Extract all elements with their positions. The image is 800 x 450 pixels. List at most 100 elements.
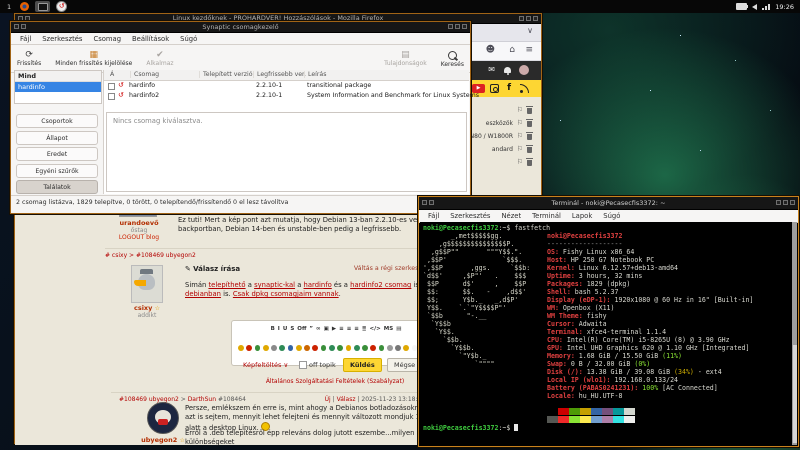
smiley-icon[interactable]	[312, 345, 319, 351]
rss-icon[interactable]	[520, 84, 529, 93]
smiley-icon[interactable]	[328, 345, 335, 351]
format-button-”[interactable]: ”	[309, 326, 313, 332]
sidebar-button-3[interactable]: Eredet	[16, 147, 98, 161]
refresh-button[interactable]: ⟳ Frissítés	[17, 50, 41, 67]
instagram-icon[interactable]	[490, 84, 499, 93]
new-link[interactable]: Új	[325, 396, 331, 403]
format-button-s[interactable]: S	[290, 326, 294, 332]
post-link[interactable]: telepíthető	[208, 281, 245, 289]
trash-icon[interactable]	[526, 106, 533, 114]
package-table-header[interactable]: Á Csomag Telepített verzió Legfrissebb v…	[104, 70, 469, 81]
format-button-off[interactable]: Off	[297, 326, 306, 332]
sidebar-button-5[interactable]: Találatok	[16, 180, 98, 194]
tab-overflow-icon[interactable]: ∨	[527, 26, 533, 35]
post-link[interactable]: hardinfo	[304, 281, 332, 289]
close-button[interactable]	[462, 24, 467, 29]
menu-item-súgó[interactable]: Súgó	[175, 34, 202, 44]
firefox-launcher-icon[interactable]	[20, 2, 30, 11]
smiley-icon[interactable]	[362, 345, 368, 351]
column-header[interactable]: Legfrissebb ver.	[253, 71, 306, 78]
clock[interactable]: 19:26	[775, 3, 794, 11]
trash-icon[interactable]	[526, 119, 533, 127]
search-results-list[interactable]: Mind hardinfo	[14, 70, 102, 104]
minimize-button[interactable]	[776, 200, 781, 205]
post-link[interactable]: synaptic-kal	[254, 281, 295, 289]
smiley-icon[interactable]	[320, 345, 327, 351]
window-icon[interactable]	[14, 24, 19, 29]
mark-all-upgrades-button[interactable]: ▦ Minden frissítés kijelölése	[55, 50, 132, 67]
flag-icon[interactable]: ⚐	[517, 158, 523, 166]
trash-icon[interactable]	[526, 158, 533, 166]
package-checkbox[interactable]	[108, 93, 115, 100]
window-shade-button[interactable]	[429, 200, 434, 205]
flag-icon[interactable]: ⚐	[517, 119, 523, 127]
cancel-button[interactable]: Mégse	[387, 358, 423, 372]
column-header[interactable]: Telepített verzió	[199, 71, 253, 78]
smiley-icon[interactable]	[262, 345, 269, 351]
synaptic-titlebar[interactable]: Synaptic csomagkezelő	[11, 22, 470, 33]
maximize-button[interactable]	[455, 24, 460, 29]
smiley-icon[interactable]	[378, 345, 385, 351]
workspace-indicator[interactable]: 1	[4, 3, 14, 11]
properties-button[interactable]: ▤ Tulajdonságok	[384, 50, 427, 67]
volume-icon[interactable]	[752, 3, 758, 10]
smiley-icon[interactable]	[411, 345, 418, 351]
format-button-≣[interactable]: ≣	[362, 326, 367, 332]
column-header[interactable]: Csomag	[130, 71, 159, 78]
username-link[interactable]: ubyegon2	[141, 436, 177, 444]
list-item-selected[interactable]: hardinfo	[15, 82, 101, 92]
terminal-titlebar[interactable]: Terminál - noki@Pecasecfis3372: ~	[419, 197, 798, 210]
username-link[interactable]: DarthSun	[188, 396, 216, 403]
terminal-screen[interactable]: noki@Pecasecfis3372:~$ fastfetch _,met$$…	[420, 222, 792, 445]
smiley-icon[interactable]	[345, 345, 352, 351]
smiley-icon[interactable]	[295, 345, 302, 351]
image-upload-link[interactable]: Képfeltöltés ∨	[243, 361, 288, 369]
window-shade-button[interactable]	[21, 24, 26, 29]
smiley-icon[interactable]	[353, 345, 360, 351]
format-button-i[interactable]: I	[278, 326, 280, 332]
avatar[interactable]	[131, 265, 163, 303]
bell-icon[interactable]	[504, 67, 511, 75]
sidebar-button-1[interactable]: Csoportok	[16, 114, 98, 128]
window-icon[interactable]	[422, 200, 427, 205]
table-row[interactable]: ↺ hardinfo2 2.2.10-1 System Information and…	[104, 91, 479, 101]
menu-icon[interactable]: ≡	[525, 45, 533, 55]
flag-icon[interactable]: ⚐	[517, 132, 523, 140]
menu-item-lapok[interactable]: Lapok	[567, 211, 597, 221]
scrollbar-thumb[interactable]	[792, 344, 797, 443]
search-button[interactable]: Keresés	[441, 50, 464, 68]
terminal-scrollbar[interactable]	[792, 222, 797, 445]
home-icon[interactable]: ⌂	[509, 45, 515, 55]
sidebar-button-4[interactable]: Egyéni szűrők	[16, 163, 98, 178]
reply-link[interactable]: Válasz	[337, 396, 356, 403]
terminal-task-button[interactable]	[35, 1, 51, 12]
format-button-▤[interactable]: ▤	[396, 326, 401, 332]
smiley-icon[interactable]	[287, 345, 294, 351]
smiley-icon[interactable]	[386, 345, 393, 351]
smiley-icon[interactable]	[279, 345, 286, 351]
menu-item-fájl[interactable]: Fájl	[15, 34, 36, 44]
synaptic-task-icon[interactable]: ↺	[56, 1, 68, 12]
menu-item-súgó[interactable]: Súgó	[598, 211, 625, 221]
menu-item-nézet[interactable]: Nézet	[496, 211, 526, 221]
format-button-u[interactable]: U	[283, 326, 287, 332]
smiley-icon[interactable]	[238, 345, 244, 351]
apply-button[interactable]: ✔ Alkalmaz	[146, 50, 173, 67]
minimize-button[interactable]	[519, 16, 524, 21]
format-button-≡[interactable]: ≡	[354, 326, 359, 332]
flag-icon[interactable]: ⚐	[517, 145, 523, 153]
format-button-≡[interactable]: ≡	[339, 326, 344, 332]
smiley-icon[interactable]	[403, 345, 410, 351]
smiley-icon[interactable]	[254, 345, 261, 351]
minimize-button[interactable]	[448, 24, 453, 29]
smiley-icon[interactable]	[395, 345, 401, 351]
maximize-button[interactable]	[526, 16, 531, 21]
menu-item-szerkesztés[interactable]: Szerkesztés	[445, 211, 495, 221]
format-button-≡[interactable]: ≡	[347, 326, 352, 332]
smiley-icon[interactable]	[304, 345, 310, 351]
menu-item-terminál[interactable]: Terminál	[527, 211, 566, 221]
account-icon[interactable]: ☻	[486, 45, 495, 55]
post-link[interactable]: Csak dpkg csomagjaim vannak	[233, 290, 339, 298]
trash-icon[interactable]	[526, 145, 533, 153]
flag-icon[interactable]: ⚐	[517, 106, 523, 114]
